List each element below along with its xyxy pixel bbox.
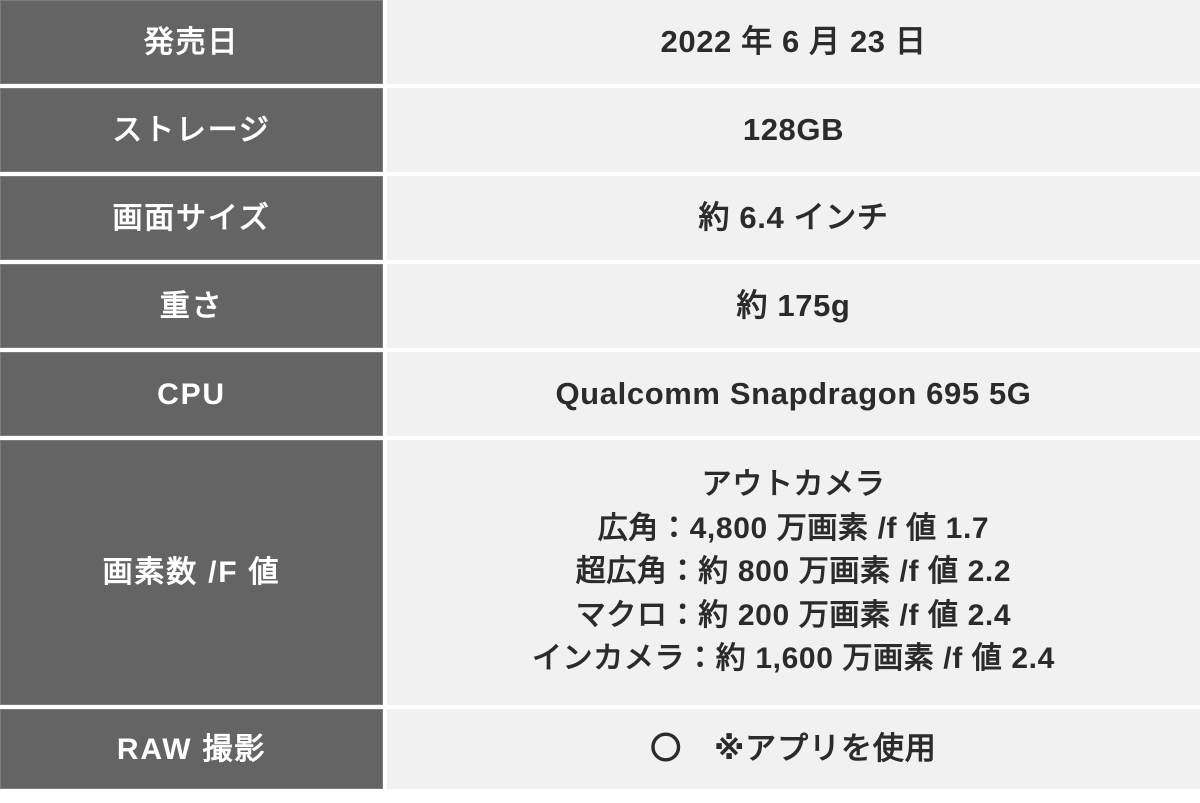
spec-label-storage: ストレージ [0, 88, 383, 172]
table-row: RAW 撮影 〇 ※アプリを使用 [0, 709, 1200, 789]
spec-label-weight: 重さ [0, 264, 383, 348]
spec-value-screen-size: 約 6.4 インチ [387, 176, 1200, 260]
spec-label-pixels-fvalue: 画素数 /F 値 [0, 440, 383, 705]
camera-spec-line: インカメラ：約 1,600 万画素 /f 値 2.4 [532, 642, 1055, 676]
spec-label-release-date: 発売日 [0, 0, 383, 84]
spec-label-cpu: CPU [0, 352, 383, 436]
camera-spec-line: アウトカメラ [701, 468, 886, 502]
spec-table: 発売日 2022 年 6 月 23 日 ストレージ 128GB 画面サイズ 約 … [0, 0, 1200, 803]
spec-label-screen-size: 画面サイズ [0, 176, 383, 260]
spec-value-storage: 128GB [387, 88, 1200, 172]
spec-label-raw-capture: RAW 撮影 [0, 709, 383, 789]
table-row: ストレージ 128GB [0, 88, 1200, 172]
spec-value-pixels-fvalue: アウトカメラ 広角：4,800 万画素 /f 値 1.7 超広角：約 800 万… [387, 440, 1200, 705]
table-row: 発売日 2022 年 6 月 23 日 [0, 0, 1200, 84]
table-row: 画面サイズ 約 6.4 インチ [0, 176, 1200, 260]
table-row: 画素数 /F 値 アウトカメラ 広角：4,800 万画素 /f 値 1.7 超広… [0, 440, 1200, 705]
camera-spec-list: アウトカメラ 広角：4,800 万画素 /f 値 1.7 超広角：約 800 万… [532, 464, 1055, 681]
table-row: 重さ 約 175g [0, 264, 1200, 348]
camera-spec-line: 広角：4,800 万画素 /f 値 1.7 [597, 511, 990, 545]
spec-value-raw-capture: 〇 ※アプリを使用 [387, 709, 1200, 789]
table-row: CPU Qualcomm Snapdragon 695 5G [0, 352, 1200, 436]
spec-value-release-date: 2022 年 6 月 23 日 [387, 0, 1200, 84]
camera-spec-line: マクロ：約 200 万画素 /f 値 2.4 [575, 598, 1012, 632]
spec-value-cpu: Qualcomm Snapdragon 695 5G [387, 352, 1200, 436]
camera-spec-line: 超広角：約 800 万画素 /f 値 2.2 [575, 555, 1012, 589]
spec-value-weight: 約 175g [387, 264, 1200, 348]
